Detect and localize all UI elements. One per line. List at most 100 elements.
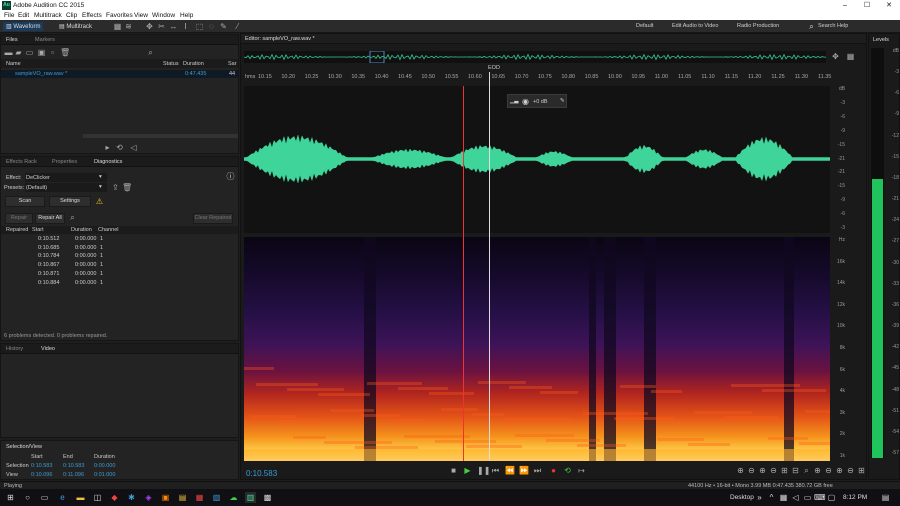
notifications-icon[interactable]: ▤ — [880, 492, 891, 503]
volume-icon[interactable]: ◁ — [790, 492, 801, 503]
tab-diagnostics[interactable]: Diagnostics — [94, 159, 122, 165]
waveform-button[interactable]: ▥ Waveform — [3, 22, 44, 31]
overview-waveform[interactable] — [243, 50, 827, 64]
brush-tool-icon[interactable]: ✎ — [219, 22, 228, 31]
zoom-control-icon[interactable]: ⊖ — [769, 466, 778, 475]
multitrack-button[interactable]: ▤ Multitrack — [56, 22, 95, 31]
autoplay-icon[interactable]: ◁ — [129, 143, 138, 152]
grid-view-icon[interactable]: ▦ — [846, 52, 855, 61]
zoom-control-icon[interactable]: ⊖ — [747, 466, 756, 475]
play-file-icon[interactable]: ▸ — [103, 143, 112, 152]
task-view-icon[interactable]: ▭ — [39, 492, 50, 503]
current-time[interactable]: 0:10.583 — [246, 469, 277, 478]
record-icon[interactable]: ● — [549, 466, 558, 475]
view-duration[interactable]: 0:01.000 — [94, 472, 115, 478]
lasso-tool-icon[interactable]: ◌ — [207, 22, 216, 31]
app-icon[interactable]: ✱ — [126, 492, 137, 503]
zoom-control-icon[interactable]: ⊕ — [758, 466, 767, 475]
tab-effects-rack[interactable]: Effects Rack — [6, 159, 37, 165]
zoom-control-icon[interactable]: ⊕ — [736, 466, 745, 475]
new-file-icon[interactable]: ▭ — [25, 48, 34, 57]
col-duration[interactable]: Duration — [71, 227, 92, 233]
menu-window[interactable]: Window — [152, 12, 175, 19]
repair-button[interactable]: Repair — [5, 213, 33, 224]
close-file-icon[interactable]: ▫ — [48, 48, 57, 57]
pause-icon[interactable]: ❚❚ — [477, 466, 490, 475]
app-icon[interactable]: ▣ — [160, 492, 171, 503]
spectral-display-icon[interactable]: ▦ — [113, 22, 122, 31]
workspace-edit-audio-video[interactable]: Edit Audio to Video — [672, 23, 718, 29]
table-row[interactable]: 0:10.512 0:00.000 1 — [1, 236, 238, 244]
repair-all-button[interactable]: Repair All — [35, 213, 65, 224]
trash-icon[interactable]: 🗑 — [60, 48, 70, 57]
go-to-start-icon[interactable]: ⏮ — [491, 466, 500, 475]
table-row[interactable]: 0:10.867 0:00.000 1 — [1, 262, 238, 270]
play-icon[interactable]: ▶ — [463, 466, 472, 475]
zoom-control-icon[interactable]: ⊖ — [824, 466, 833, 475]
battery-icon[interactable]: ▭ — [802, 492, 813, 503]
close-button[interactable]: ✕ — [878, 0, 900, 11]
view-end[interactable]: 0:11.096 — [63, 472, 84, 478]
volume-hud[interactable]: ▁▃ ◉ +0 dB ✎ — [507, 94, 567, 108]
menu-view[interactable]: View — [134, 12, 148, 19]
menu-file[interactable]: File — [4, 12, 14, 19]
tab-markers[interactable]: Markers — [35, 37, 55, 43]
menu-favorites[interactable]: Favorites — [106, 12, 133, 19]
zoom-control-icon[interactable]: ⊟ — [791, 466, 800, 475]
search-help[interactable]: Search Help — [818, 23, 848, 29]
move-tool-icon[interactable]: ✥ — [145, 22, 154, 31]
menu-help[interactable]: Help — [180, 12, 193, 19]
info-icon[interactable]: ⓘ — [226, 172, 235, 181]
table-row[interactable]: 0:10.784 0:00.000 1 — [1, 253, 238, 261]
file-explorer-icon[interactable]: ▬ — [75, 492, 86, 503]
table-row[interactable]: 0:10.685 0:00.000 1 — [1, 245, 238, 253]
pin-icon[interactable]: ✎ — [560, 98, 565, 104]
table-row[interactable]: 0:10.884 0:00.000 1 — [1, 280, 238, 288]
app-icon[interactable]: ◆ — [109, 492, 120, 503]
zoom-control-icon[interactable]: ⌕ — [802, 466, 811, 475]
menu-multitrack[interactable]: Multitrack — [34, 12, 62, 19]
zoom-control-icon[interactable]: ⊕ — [835, 466, 844, 475]
workspace-radio-production[interactable]: Radio Production — [737, 23, 779, 29]
app-icon[interactable]: ◈ — [143, 492, 154, 503]
settings-button[interactable]: Settings — [49, 196, 91, 207]
table-row[interactable]: 0:10.871 0:00.000 1 — [1, 271, 238, 279]
delete-preset-icon[interactable]: 🗑 — [122, 183, 132, 192]
view-start[interactable]: 0:10.096 — [31, 472, 52, 478]
save-preset-icon[interactable]: ⇪ — [111, 183, 120, 192]
menu-edit[interactable]: Edit — [18, 12, 29, 19]
tab-video[interactable]: Video — [41, 346, 55, 352]
open-file-icon[interactable]: ▬ — [4, 48, 13, 57]
menu-effects[interactable]: Effects — [82, 12, 102, 19]
playhead-line[interactable] — [463, 86, 464, 461]
clear-repaired-button[interactable]: Clear Repaired — [193, 213, 233, 224]
workspace-default[interactable]: Default — [636, 23, 653, 29]
menu-clip[interactable]: Clip — [66, 12, 77, 19]
zoom-to-problem-icon[interactable]: ⌕ — [68, 213, 77, 222]
search-icon[interactable]: ⌕ — [807, 22, 816, 31]
selection-start[interactable]: 0:10.583 — [31, 463, 52, 469]
scan-button[interactable]: Scan — [5, 196, 45, 207]
go-to-end-icon[interactable]: ⏭ — [533, 466, 542, 475]
app-icon[interactable]: ☁ — [228, 492, 239, 503]
app-icon[interactable]: ▦ — [194, 492, 205, 503]
col-status[interactable]: Status — [163, 61, 179, 67]
razor-tool-icon[interactable]: ✂ — [157, 22, 166, 31]
store-icon[interactable]: ◫ — [92, 492, 103, 503]
editor-tab[interactable]: Editor: sampleVO_raw.wav * — [245, 36, 315, 42]
search-files-icon[interactable]: ⌕ — [146, 48, 155, 57]
loop-playback-icon[interactable]: ⟲ — [563, 466, 572, 475]
file-row[interactable]: sampleVO_raw.wav * 0:47.435 44 — [1, 70, 238, 78]
windows-start-icon[interactable]: ⊞ — [5, 492, 16, 503]
zoom-control-icon[interactable]: ⊞ — [857, 466, 866, 475]
network-icon[interactable]: ▦ — [778, 492, 789, 503]
search-icon[interactable]: ○ — [22, 492, 33, 503]
app-icon[interactable]: ▧ — [211, 492, 222, 503]
effect-select[interactable]: DeClicker ▾ — [25, 173, 107, 182]
zoom-control-icon[interactable]: ⊞ — [780, 466, 789, 475]
col-duration[interactable]: Duration — [183, 61, 204, 67]
keyboard-icon[interactable]: ⌨ — [814, 492, 826, 503]
maximize-button[interactable]: ☐ — [856, 0, 878, 11]
rewind-icon[interactable]: ⏪ — [505, 466, 515, 475]
pitch-display-icon[interactable]: ≋ — [124, 22, 133, 31]
